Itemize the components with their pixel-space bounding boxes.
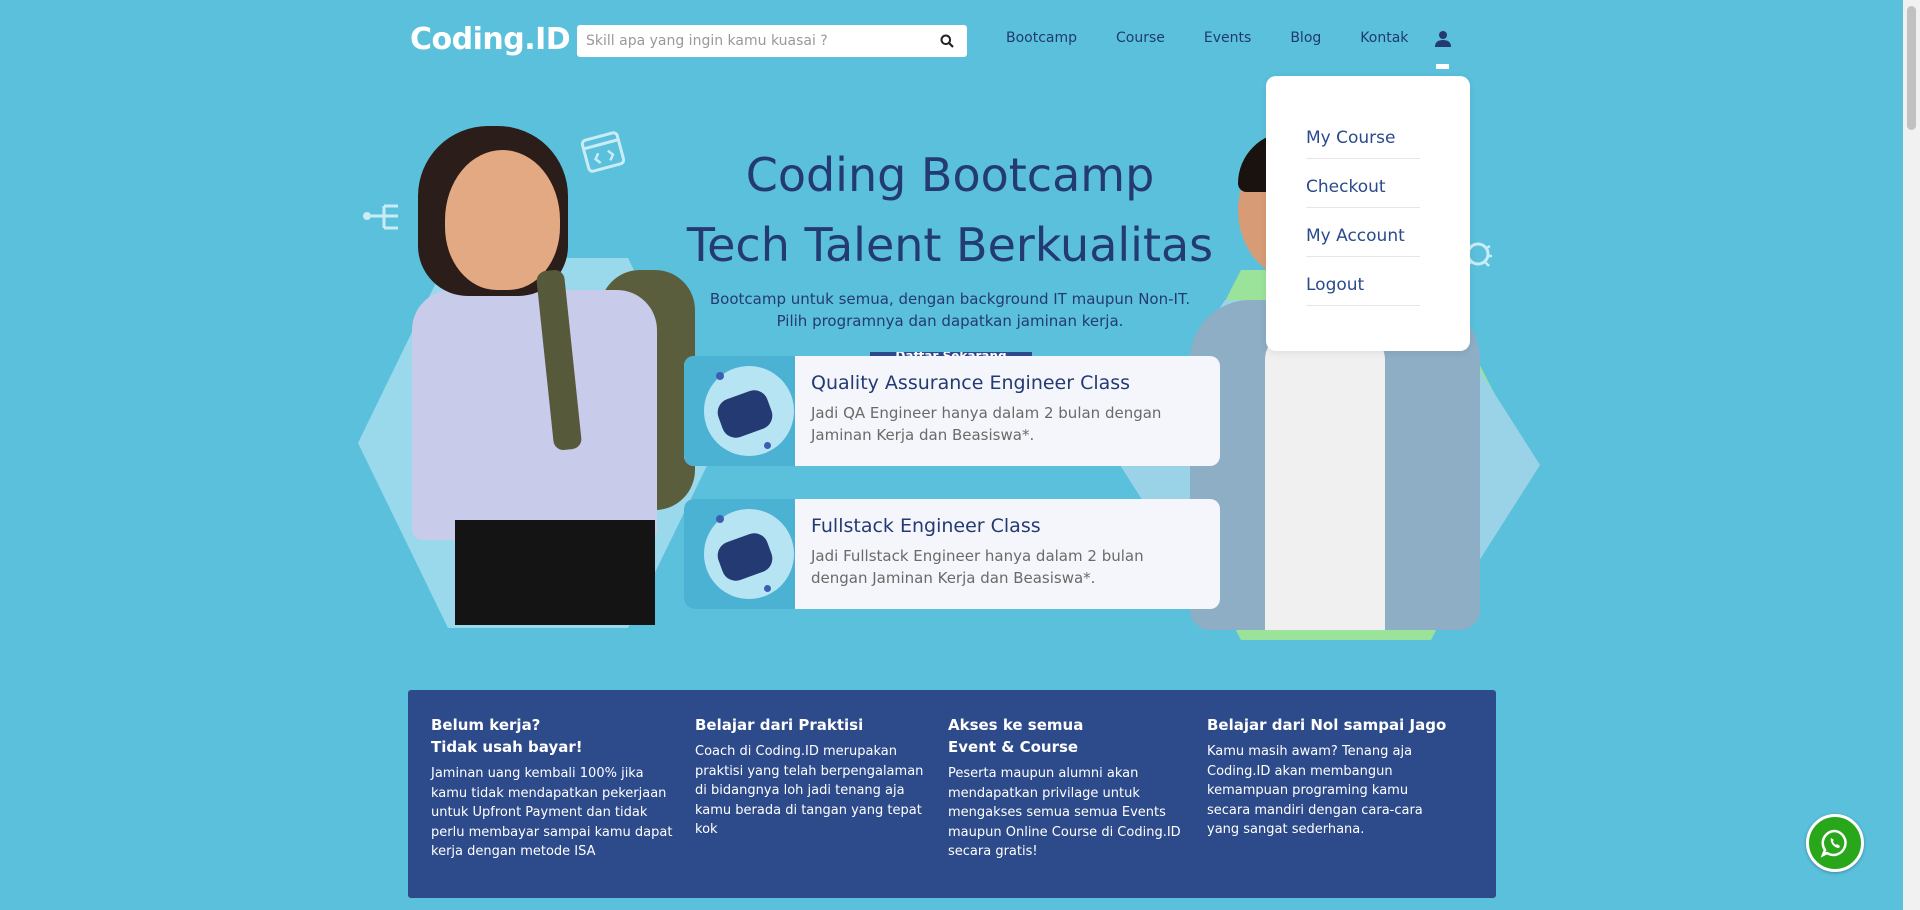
feature-item: Belajar dari Nol sampai Jago Kamu masih …	[1207, 714, 1447, 840]
user-dropdown-menu: My Course Checkout My Account Logout	[1266, 76, 1470, 351]
menu-item-my-course[interactable]: My Course	[1306, 128, 1420, 159]
class-card-description: Jadi Fullstack Engineer hanya dalam 2 bu…	[811, 547, 1144, 587]
scrollbar-thumb[interactable]	[1907, 6, 1916, 130]
user-menu-indicator	[1436, 64, 1449, 69]
feature-description: Kamu masih awam? Tenang aja Coding.ID ak…	[1207, 744, 1423, 837]
menu-item-my-account[interactable]: My Account	[1306, 226, 1420, 257]
menu-item-logout[interactable]: Logout	[1306, 275, 1420, 306]
feature-item: Akses ke semua Event & Course Peserta ma…	[948, 714, 1188, 862]
page-scrollbar[interactable]	[1903, 0, 1920, 910]
features-section: Belum kerja? Tidak usah bayar! Jaminan u…	[408, 690, 1496, 898]
user-icon[interactable]	[1434, 30, 1452, 48]
feature-item: Belajar dari Praktisi Coach di Coding.ID…	[695, 714, 935, 840]
code-window-icon	[580, 131, 626, 173]
nav-blog[interactable]: Blog	[1290, 30, 1321, 46]
feature-description: Jaminan uang kembali 100% jika kamu tida…	[431, 766, 673, 859]
nav-events[interactable]: Events	[1204, 30, 1251, 46]
hero-title-line1: Coding Bootcamp	[745, 148, 1155, 202]
hero-person-left-pants	[455, 520, 655, 625]
class-card-title: Quality Assurance Engineer Class	[811, 372, 1131, 394]
whatsapp-icon[interactable]	[1806, 814, 1864, 872]
feature-description: Peserta maupun alumni akan mendapatkan p…	[948, 766, 1181, 859]
robot-icon	[684, 499, 795, 609]
hero-subtitle-line2: Pilih programnya dan dapatkan jaminan ke…	[776, 312, 1124, 330]
class-card-title: Fullstack Engineer Class	[811, 515, 1041, 537]
hero-person-right-tee	[1265, 330, 1385, 630]
menu-item-checkout[interactable]: Checkout	[1306, 177, 1420, 208]
feature-title: Akses ke semua Event & Course	[948, 716, 1084, 756]
hero-subtitle-line1: Bootcamp untuk semua, dengan background …	[709, 290, 1191, 308]
feature-title: Belajar dari Nol sampai Jago	[1207, 716, 1447, 734]
main-nav: Bootcamp Course Events Blog Kontak	[1006, 30, 1447, 46]
search-bar	[577, 25, 967, 57]
search-input[interactable]	[584, 25, 933, 57]
feature-title: Belajar dari Praktisi	[695, 716, 864, 734]
class-card-fullstack[interactable]: Fullstack Engineer Class Jadi Fullstack …	[684, 499, 1220, 609]
hero-person-left-shirt	[412, 290, 657, 540]
nav-course[interactable]: Course	[1116, 30, 1165, 46]
nav-bootcamp[interactable]: Bootcamp	[1006, 30, 1077, 46]
class-card-qa[interactable]: Quality Assurance Engineer Class Jadi QA…	[684, 356, 1220, 466]
site-logo[interactable]: Coding.ID	[410, 22, 571, 57]
hero-subtitle: Bootcamp untuk semua, dengan background …	[640, 288, 1260, 332]
nav-kontak[interactable]: Kontak	[1360, 30, 1408, 46]
feature-item: Belum kerja? Tidak usah bayar! Jaminan u…	[431, 714, 681, 862]
feature-title: Belum kerja? Tidak usah bayar!	[431, 716, 583, 756]
search-icon[interactable]	[933, 27, 961, 55]
class-card-description: Jadi QA Engineer hanya dalam 2 bulan den…	[811, 404, 1162, 444]
hero-title-line2: Tech Talent Berkualitas	[686, 218, 1214, 272]
feature-description: Coach di Coding.ID merupakan praktisi ya…	[695, 744, 924, 837]
hero-person-left-face	[445, 150, 560, 290]
robot-icon	[684, 356, 795, 466]
network-icon	[363, 204, 398, 230]
